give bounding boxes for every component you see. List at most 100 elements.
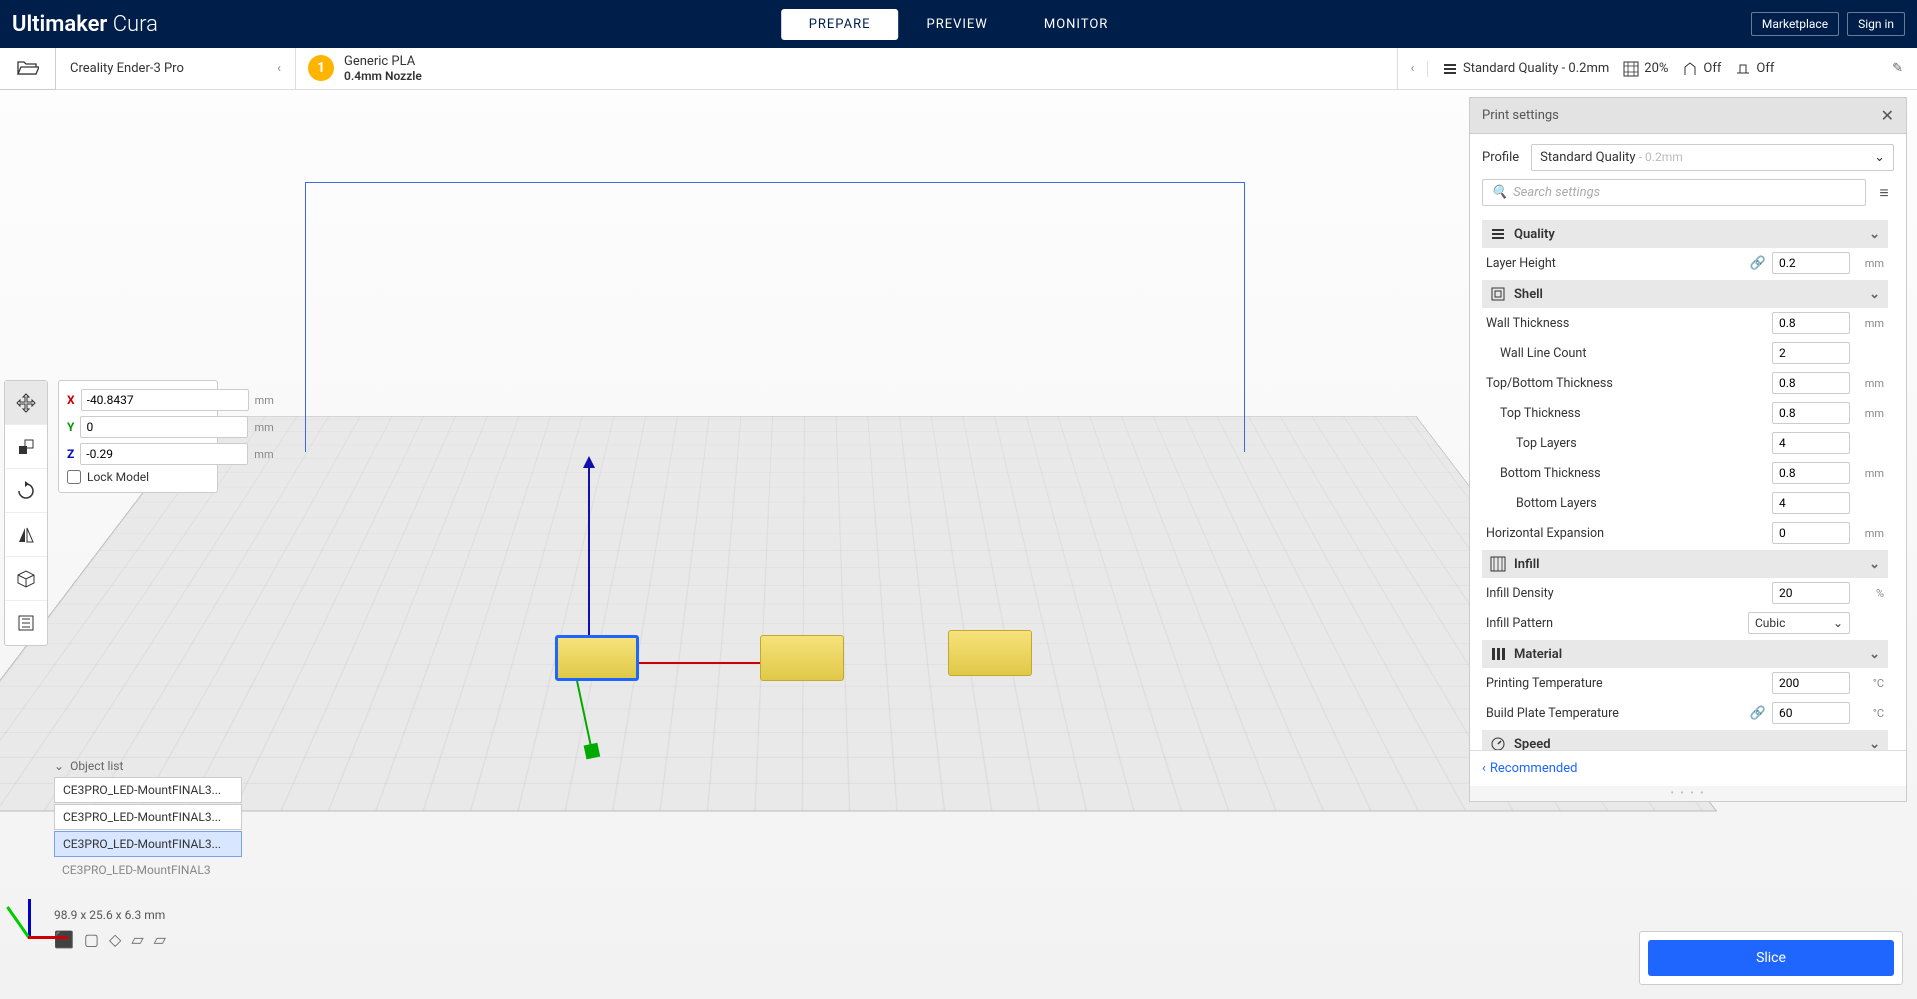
material-chevron[interactable]: ‹ [1397,48,1427,90]
tab-prepare[interactable]: PREPARE [781,9,899,40]
model-3[interactable] [948,630,1032,676]
move-panel: X mm Y mm Z mm Lock Model [58,380,218,493]
view-3d-icon[interactable]: ⬛ [54,930,74,949]
setting-label: Wall Line Count [1500,346,1766,361]
unit: mm [1856,407,1884,420]
wall-line-count-input[interactable] [1772,342,1850,364]
profile-dim: - 0.2mm [1639,150,1683,164]
section-speed[interactable]: Speed ⌄ [1482,730,1888,750]
bottom-thickness-input[interactable] [1772,462,1850,484]
list-item[interactable]: CE3PRO_LED-MountFINAL3... [54,804,242,830]
view-right-icon[interactable]: ▱ [154,930,166,949]
app-header: Ultimaker Cura PREPARE PREVIEW MONITOR M… [0,0,1917,48]
gizmo-z-axis[interactable] [588,460,590,660]
section-material[interactable]: Material ⌄ [1482,640,1888,668]
model-selected[interactable] [555,635,639,681]
move-z-input[interactable] [80,443,248,465]
print-setup-strip[interactable]: Standard Quality - 0.2mm 20% Off Off ✎ [1427,61,1917,77]
mesh-tool-button[interactable] [5,557,47,601]
settings-menu-icon[interactable]: ≡ [1874,183,1894,203]
top-thickness-input[interactable] [1772,402,1850,424]
infill-summary: 20% [1623,61,1668,77]
wall-thickness-input[interactable] [1772,312,1850,334]
unit: mm [1856,527,1884,540]
app-logo: Ultimaker Cura [12,12,158,37]
chevron-down-icon: ⌄ [1869,287,1880,302]
buildplate-temp-input[interactable] [1772,702,1850,724]
search-input[interactable]: 🔍 Search settings [1482,179,1866,206]
infill-pattern-select[interactable]: Cubic ⌄ [1748,612,1850,634]
setting-label: Horizontal Expansion [1486,526,1766,541]
material-icon [1490,646,1506,662]
infill-density-input[interactable] [1772,582,1850,604]
view-left-icon[interactable]: ▱ [131,930,143,949]
slice-button[interactable]: Slice [1648,940,1894,976]
open-file-button[interactable] [0,48,56,90]
lock-model-row[interactable]: Lock Model [67,470,209,484]
build-plate [0,416,1717,811]
close-icon[interactable]: ✕ [1881,106,1894,125]
setting-label: Layer Height [1486,256,1744,271]
chevron-left-icon: ‹ [277,61,281,76]
rotate-tool-button[interactable] [5,469,47,513]
section-infill[interactable]: Infill ⌄ [1482,550,1888,578]
scale-tool-button[interactable] [5,425,47,469]
mirror-icon [17,526,35,544]
mirror-tool-button[interactable] [5,513,47,557]
settings-title: Print settings [1482,108,1559,123]
move-y-input[interactable] [80,416,248,438]
marketplace-button[interactable]: Marketplace [1751,12,1839,36]
axis-x-label: X [67,393,75,407]
view-front-icon[interactable]: ▢ [84,930,99,949]
setting-label: Wall Thickness [1486,316,1766,331]
move-tool-button[interactable] [5,381,47,425]
top-bottom-thickness-input[interactable] [1772,372,1850,394]
infill-pattern-value: Cubic [1755,616,1785,630]
section-quality[interactable]: Quality ⌄ [1482,220,1888,248]
bottom-layers-input[interactable] [1772,492,1850,514]
support-blocker-button[interactable] [5,601,47,645]
list-item[interactable]: CE3PRO_LED-MountFINAL3... [54,777,242,803]
lock-model-checkbox[interactable] [67,470,81,484]
printing-temp-input[interactable] [1772,672,1850,694]
layers-icon [1442,61,1458,77]
blocker-icon [17,614,35,632]
material-selector[interactable]: 1 Generic PLA 0.4mm Nozzle [296,54,1397,84]
print-settings-panel: Print settings ✕ Profile Standard Qualit… [1469,97,1907,802]
nozzle-size: 0.4mm Nozzle [344,69,422,83]
setting-label: Infill Density [1486,586,1766,601]
panel-drag-handle[interactable]: • • • • [1470,786,1906,801]
tab-monitor[interactable]: MONITOR [1016,9,1136,40]
settings-scroll[interactable]: Quality ⌄ Layer Height 🔗 mm Shell ⌄ Wall T… [1482,218,1894,750]
subheader: Creality Ender-3 Pro ‹ 1 Generic PLA 0.4… [0,48,1917,90]
list-item[interactable]: CE3PRO_LED-MountFINAL3... [54,831,242,857]
printer-selector[interactable]: Creality Ender-3 Pro ‹ [56,48,296,90]
search-placeholder: Search settings [1513,185,1600,200]
signin-button[interactable]: Sign in [1847,12,1905,36]
object-list-panel: ⌄ Object list CE3PRO_LED-MountFINAL3... … [54,759,242,949]
list-item[interactable]: CE3PRO_LED-MountFINAL3 [54,858,242,882]
mesh-icon [16,569,36,589]
unit-mm: mm [255,394,274,407]
pencil-icon[interactable]: ✎ [1892,61,1903,76]
chevron-down-icon: ⌄ [1869,557,1880,572]
object-list-toggle[interactable]: ⌄ Object list [54,759,242,773]
link-icon[interactable]: 🔗 [1750,706,1766,721]
profile-selector[interactable]: Standard Quality - 0.2mm ⌄ [1531,144,1894,171]
model-2[interactable] [760,635,844,681]
adhesion-summary: Off [1735,61,1774,77]
chevron-down-icon: ⌄ [1833,616,1843,630]
slice-panel: Slice [1639,931,1903,985]
axis-x-indicator [28,936,68,939]
transform-toolbar [4,380,48,646]
move-x-input[interactable] [81,389,249,411]
top-layers-input[interactable] [1772,432,1850,454]
scale-icon [17,438,35,456]
section-shell[interactable]: Shell ⌄ [1482,280,1888,308]
tab-preview[interactable]: PREVIEW [899,9,1016,40]
recommended-button[interactable]: ‹ Recommended [1482,761,1894,776]
horizontal-expansion-input[interactable] [1772,522,1850,544]
view-top-icon[interactable]: ◇ [109,930,121,949]
link-icon[interactable]: 🔗 [1750,256,1766,271]
layer-height-input[interactable] [1772,252,1850,274]
